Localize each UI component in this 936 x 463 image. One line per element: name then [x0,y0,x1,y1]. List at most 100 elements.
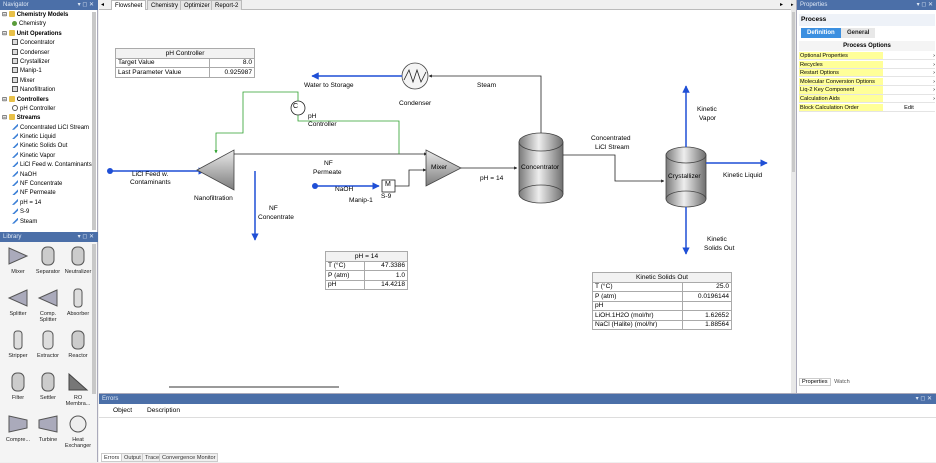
library-item[interactable]: Stripper [3,330,33,359]
library-item[interactable]: Splitter [3,288,33,317]
nav-item[interactable]: S-9 [0,208,92,217]
library-item[interactable]: Reactor [63,330,93,359]
collapse-toggle-icon[interactable]: ⊟ [2,97,9,103]
tab-report-2[interactable]: Report-2 [211,0,243,10]
nav-item[interactable]: Chemistry [0,20,92,29]
table-row: Target Value 8.0 [114,57,255,68]
nanofiltration-unit[interactable] [196,149,235,191]
nav-item[interactable]: Condenser [0,48,92,58]
library-item[interactable]: Turbine [33,414,63,443]
properties-title: Properties [800,2,828,8]
expand-arrow-icon[interactable]: › [933,69,935,77]
tab-properties[interactable]: Properties [799,378,831,386]
collapse-toggle-icon[interactable]: ⊟ [2,115,9,121]
library-item[interactable]: Extractor [33,330,63,359]
tab-watch[interactable]: Watch [832,379,852,385]
tab-output[interactable]: Output [121,453,144,462]
library-item[interactable]: Separator [33,246,63,275]
property-row[interactable]: Recycles › [799,60,935,69]
nav-item[interactable]: NF Permeate [0,189,92,198]
errors-header-divider [99,417,936,418]
nav-item-label: Chemistry [19,21,47,28]
nav-item[interactable]: Kinetic Liquid [0,133,92,142]
nav-item[interactable]: ⊟ Streams [0,114,92,123]
library-item[interactable]: Filter [3,372,33,401]
library-item[interactable]: Heat Exchanger [63,414,93,449]
nav-item-label: Kinetic Liquid [20,134,56,141]
errors-column-description[interactable]: Description [147,407,180,414]
nav-item[interactable]: Manip-1 [0,67,92,76]
expand-arrow-icon[interactable]: › [933,86,935,94]
nav-item[interactable]: Nanofiltration [0,86,92,95]
settler-icon [41,372,55,392]
nav-item[interactable]: NF Concentrate [0,180,92,189]
panel-controls-icon[interactable]: ▾ ◻ ✕ [917,0,933,10]
panel-controls-icon[interactable]: ▾ ◻ ✕ [916,394,932,404]
tab-convergence-monitor[interactable]: Convergence Monitor [159,453,219,462]
nav-item[interactable]: Mixer [0,76,92,86]
tab-general[interactable]: General [841,28,876,38]
library-item[interactable]: Compre... [3,414,33,443]
property-value[interactable]: Edit [885,104,933,112]
kinetic-solids-table[interactable]: Kinetic Solids Out T (°C) 25.0 P (atm) 0.01… [591,272,732,330]
nav-item[interactable]: Kinetic Solids Out [0,142,92,151]
expand-right-icon[interactable]: ▸ [791,2,794,8]
nav-item[interactable]: LiCl Feed w. Contaminants [0,161,92,170]
tab-errors[interactable]: Errors [101,453,123,462]
compressor-icon [8,415,28,433]
canvas-hscrollbar[interactable] [169,386,339,388]
folder-icon [8,29,15,36]
property-row[interactable]: Optional Properties › [799,52,935,61]
ph-controller-table[interactable]: pH Controller Target Value 8.0 Last Parame… [114,48,255,78]
library-scrollbar[interactable] [92,244,96,394]
library-item[interactable]: Absorber [63,288,93,317]
properties-header: Process [799,14,935,26]
nav-item[interactable]: NaOH [0,170,92,180]
flowsheet-canvas[interactable]: Water to Storage Steam Condenser C pH Co… [99,10,791,393]
library-item[interactable]: Settler [33,372,63,401]
property-row[interactable]: Block Calculation Order Edit [799,103,935,112]
nav-item[interactable]: Concentrator [0,39,92,48]
library-item[interactable]: Mixer [3,246,33,275]
expand-arrow-icon[interactable]: › [933,78,935,86]
nav-item[interactable]: pH Controller [0,104,92,114]
tab-chemistry[interactable]: Chemistry [147,0,183,10]
nav-item[interactable]: Concentrated LiCl Stream [0,123,92,133]
expand-arrow-icon[interactable]: › [933,52,935,60]
tab-scroll-left-icon[interactable]: ◂ [101,0,104,10]
library-item[interactable]: RO Membra... [63,372,93,407]
nav-item[interactable]: ⊟ Chemistry Models [0,11,92,20]
library-item-label: Heat Exchanger [64,437,92,449]
tab-definition[interactable]: Definition [801,28,841,38]
expand-arrow-icon[interactable]: › [933,95,935,103]
collapse-toggle-icon[interactable]: ⊟ [2,12,9,18]
tab-optimizer[interactable]: Optimizer [180,0,214,10]
navigator-scrollbar[interactable] [92,12,96,230]
errors-column-object[interactable]: Object [113,407,132,414]
table-cell-label: T (°C) [591,281,684,292]
nav-item[interactable]: pH = 14 [0,198,92,208]
tab-flowsheet[interactable]: Flowsheet [111,0,147,10]
canvas-vscrollbar[interactable] [792,12,795,172]
navigator-panel: Navigator ▾ ◻ ✕ ⊟ Chemistry Models Chemis… [0,0,98,232]
library-item[interactable]: Comp. Splitter [33,288,63,323]
property-row[interactable]: Molecular Conversion Options › [799,77,935,86]
library-item[interactable]: Neutralizer [63,246,93,275]
nav-item[interactable]: ⊟ Controllers [0,95,92,105]
tab-scroll-right-icon[interactable]: ▸ [780,0,783,10]
expand-arrow-icon[interactable]: › [933,61,935,69]
property-row[interactable]: Liq-2 Key Component › [799,86,935,95]
panel-controls-icon[interactable]: ▾ ◻ ✕ [78,232,94,242]
stream-concentrated-licl[interactable] [563,154,665,183]
collapse-toggle-icon[interactable]: ⊟ [2,31,9,37]
panel-controls-icon[interactable]: ▾ ◻ ✕ [78,0,94,10]
nav-item[interactable]: ⊟ Unit Operations [0,29,92,39]
nav-item[interactable]: Steam [0,217,92,227]
ph-14-table[interactable]: pH = 14 T (°C) 47.3386 P (atm) 1.0 pH 14.4218 [324,251,408,290]
nav-item[interactable]: Crystallizer [0,57,92,67]
condenser-unit[interactable] [401,62,429,90]
property-row[interactable]: Restart Options › [799,69,935,78]
property-row[interactable]: Calculation Aids › [799,95,935,104]
nav-item[interactable]: Kinetic Vapor [0,151,92,161]
stream-s-9[interactable] [395,168,427,187]
